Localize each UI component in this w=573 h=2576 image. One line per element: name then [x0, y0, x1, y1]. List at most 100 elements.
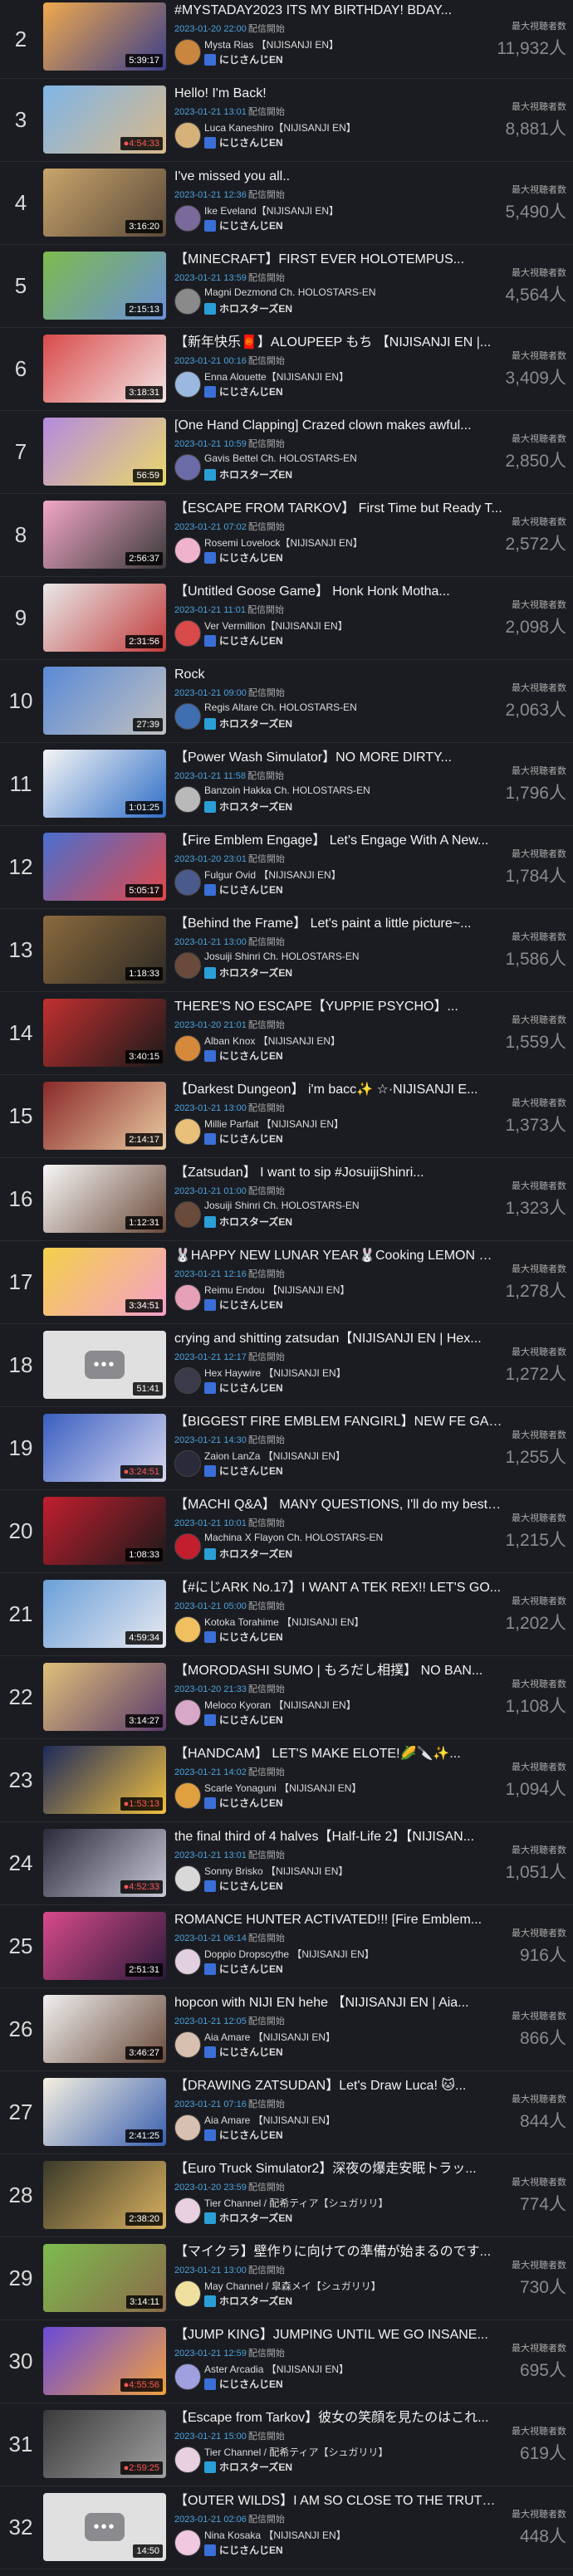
channel-name[interactable]: Aia Amare 【NIJISANJI EN】: [204, 2030, 335, 2044]
avatar[interactable]: [174, 2280, 201, 2307]
ranking-row[interactable]: 24 ●4:52:33 the final third of 4 halves【…: [0, 1822, 573, 1905]
avatar[interactable]: [174, 1201, 201, 1228]
avatar[interactable]: [174, 1782, 201, 1809]
video-thumbnail[interactable]: 3:14:11: [43, 2244, 166, 2312]
avatar[interactable]: [174, 2446, 201, 2473]
video-thumbnail[interactable]: 1:18:33: [43, 916, 166, 984]
ranking-row[interactable]: 3 ●4:54:33 Hello! I'm Back! 2023-01-21 1…: [0, 79, 573, 162]
channel-name[interactable]: Reimu Endou 【NIJISANJI EN】: [204, 1283, 350, 1297]
video-title[interactable]: 【Behind the Frame】 Let's paint a little …: [174, 916, 502, 932]
video-thumbnail[interactable]: 5:39:17: [43, 2, 166, 71]
channel-name[interactable]: Aster Arcadia 【NIJISANJI EN】: [204, 2362, 349, 2376]
avatar[interactable]: [174, 1699, 201, 1726]
avatar[interactable]: [174, 1367, 201, 1394]
ranking-row[interactable]: 17 3:34:51 🐰HAPPY NEW LUNAR YEAR🐰Cooking…: [0, 1241, 573, 1324]
avatar[interactable]: [174, 1865, 201, 1892]
ranking-row[interactable]: 4 3:16:20 I've missed you all.. 2023-01-…: [0, 162, 573, 245]
channel-name[interactable]: Hex Haywire 【NIJISANJI EN】: [204, 1366, 346, 1380]
avatar[interactable]: [174, 2363, 201, 2390]
avatar[interactable]: [174, 2197, 201, 2224]
channel-name[interactable]: Zaion LanZa 【NIJISANJI EN】: [204, 1449, 345, 1463]
video-title[interactable]: 【Darkest Dungeon】 i'm bacc✨ ☆·NIJISANJI …: [174, 1082, 502, 1098]
video-thumbnail[interactable]: ••• 51:41: [43, 1331, 166, 1399]
video-thumbnail[interactable]: 56:59: [43, 418, 166, 486]
ranking-row[interactable]: 28 2:38:20 【Euro Truck Simulator2】深夜の爆走安…: [0, 2154, 573, 2237]
video-title[interactable]: I've missed you all..: [174, 169, 502, 185]
avatar[interactable]: [174, 371, 201, 398]
channel-name[interactable]: Meloco Kyoran 【NIJISANJI EN】: [204, 1698, 356, 1712]
video-title[interactable]: 【Euro Truck Simulator2】深夜の爆走安眠トラッ...: [174, 2161, 502, 2178]
channel-name[interactable]: Scarle Yonaguni 【NIJISANJI EN】: [204, 1781, 361, 1795]
video-title[interactable]: the final third of 4 halves【Half-Life 2】…: [174, 1829, 502, 1845]
avatar[interactable]: [174, 2114, 201, 2141]
avatar[interactable]: [174, 1533, 201, 1560]
channel-name[interactable]: Sonny Brisko 【NIJISANJI EN】: [204, 1864, 348, 1878]
video-thumbnail[interactable]: ••• 14:50: [43, 2493, 166, 2561]
ranking-row[interactable]: 13 1:18:33 【Behind the Frame】 Let's pain…: [0, 909, 573, 992]
ranking-row[interactable]: 15 2:14:17 【Darkest Dungeon】 i'm bacc✨ ☆…: [0, 1075, 573, 1158]
video-title[interactable]: 【#にじARK No.17】I WANT A TEK REX!! LET'S G…: [174, 1580, 502, 1596]
video-title[interactable]: 【Untitled Goose Game】 Honk Honk Motha...: [174, 584, 502, 600]
video-title[interactable]: 【Zatsudan】 I want to sip #JosuijiShinri.…: [174, 1165, 502, 1181]
avatar[interactable]: [174, 2530, 201, 2556]
video-title[interactable]: [One Hand Clapping] Crazed clown makes a…: [174, 418, 502, 434]
video-thumbnail[interactable]: 27:39: [43, 667, 166, 735]
channel-name[interactable]: Machina X Flayon Ch. HOLOSTARS-EN: [204, 1532, 383, 1543]
video-title[interactable]: Rock: [174, 667, 502, 683]
ranking-row[interactable]: 31 ●2:59:25 【Escape from Tarkov】彼女の笑顔を見た…: [0, 2403, 573, 2486]
video-title[interactable]: 【BIGGEST FIRE EMBLEM FANGIRL】NEW FE GAM.…: [174, 1414, 502, 1430]
video-title[interactable]: 【ESCAPE FROM TARKOV】 First Time but Read…: [174, 501, 502, 517]
video-title[interactable]: Hello! I'm Back!: [174, 86, 502, 102]
ranking-row[interactable]: 22 3:14:27 【MORODASHI SUMO | もろだし相撲】 NO …: [0, 1656, 573, 1739]
ranking-row[interactable]: 6 3:18:31 【新年快乐🧧】ALOUPEEP もち 【NIJISANJI …: [0, 328, 573, 411]
ranking-row[interactable]: 9 2:31:56 【Untitled Goose Game】 Honk Hon…: [0, 577, 573, 660]
channel-name[interactable]: Tier Channel / 配希ティア【シュガリリ】: [204, 2196, 389, 2210]
video-thumbnail[interactable]: 1:12:31: [43, 1165, 166, 1233]
avatar[interactable]: [174, 1948, 201, 1975]
avatar[interactable]: [174, 205, 201, 232]
ranking-row[interactable]: 27 2:41:25 【DRAWING ZATSUDAN】Let's Draw …: [0, 2071, 573, 2154]
channel-name[interactable]: Kotoka Torahime 【NIJISANJI EN】: [204, 1615, 365, 1629]
video-thumbnail[interactable]: ●4:52:33: [43, 1829, 166, 1897]
video-thumbnail[interactable]: 2:51:31: [43, 1912, 166, 1980]
video-thumbnail[interactable]: ●1:53:13: [43, 1746, 166, 1814]
channel-name[interactable]: Luca Kaneshiro【NIJISANJI EN】: [204, 120, 356, 134]
channel-name[interactable]: May Channel / 皐森メイ【シュガリリ】: [204, 2279, 381, 2293]
video-title[interactable]: 【MACHI Q&A】 MANY QUESTIONS, I'll do my b…: [174, 1497, 502, 1513]
video-thumbnail[interactable]: 2:38:20: [43, 2161, 166, 2229]
video-thumbnail[interactable]: 3:18:31: [43, 335, 166, 403]
channel-name[interactable]: Gavis Bettel Ch. HOLOSTARS-EN: [204, 452, 357, 464]
channel-name[interactable]: Ike Eveland【NIJISANJI EN】: [204, 203, 339, 218]
ranking-row[interactable]: 26 3:46:27 hopcon with NIJI EN hehe 【NIJ…: [0, 1988, 573, 2071]
ranking-row[interactable]: 12 5:05:17 【Fire Emblem Engage】 Let's En…: [0, 826, 573, 909]
video-title[interactable]: 【マイクラ】壁作りに向けての準備が始まるのです...: [174, 2244, 502, 2261]
avatar[interactable]: [174, 952, 201, 979]
avatar[interactable]: [174, 786, 201, 813]
avatar[interactable]: [174, 1450, 201, 1477]
video-thumbnail[interactable]: 2:15:13: [43, 252, 166, 320]
avatar[interactable]: [174, 620, 201, 647]
avatar[interactable]: [174, 1616, 201, 1643]
avatar[interactable]: [174, 1035, 201, 1062]
ranking-row[interactable]: 2 5:39:17 #MYSTADAY2023 ITS MY BIRTHDAY!…: [0, 0, 573, 79]
video-title[interactable]: 【MINECRAFT】FIRST EVER HOLOTEMPUS...: [174, 252, 502, 268]
channel-name[interactable]: Nina Kosaka 【NIJISANJI EN】: [204, 2528, 346, 2542]
avatar[interactable]: [174, 2031, 201, 2058]
video-title[interactable]: 【MORODASHI SUMO | もろだし相撲】 NO BAN...: [174, 1663, 502, 1679]
ranking-row[interactable]: 29 3:14:11 【マイクラ】壁作りに向けての準備が始まるのです... 20…: [0, 2237, 573, 2320]
video-title[interactable]: 【DRAWING ZATSUDAN】Let's Draw Luca! 🐱...: [174, 2078, 502, 2095]
channel-name[interactable]: Millie Parfait 【NIJISANJI EN】: [204, 1117, 344, 1131]
ranking-row[interactable]: 20 1:08:33 【MACHI Q&A】 MANY QUESTIONS, I…: [0, 1490, 573, 1573]
video-thumbnail[interactable]: 3:46:27: [43, 1995, 166, 2063]
ranking-row[interactable]: 19 ●3:24:51 【BIGGEST FIRE EMBLEM FANGIRL…: [0, 1407, 573, 1490]
channel-name[interactable]: Alban Knox 【NIJISANJI EN】: [204, 1034, 340, 1048]
avatar[interactable]: [174, 122, 201, 149]
video-thumbnail[interactable]: 3:40:15: [43, 999, 166, 1067]
ranking-row[interactable]: 25 2:51:31 ROMANCE HUNTER ACTIVATED!!! […: [0, 1905, 573, 1988]
channel-name[interactable]: Josuiji Shinri Ch. HOLOSTARS-EN: [204, 951, 360, 962]
channel-name[interactable]: Ver Vermillion【NIJISANJI EN】: [204, 618, 348, 633]
ranking-row[interactable]: 7 56:59 [One Hand Clapping] Crazed clown…: [0, 411, 573, 494]
video-title[interactable]: 🐰HAPPY NEW LUNAR YEAR🐰Cooking LEMON 🍋...: [174, 1248, 502, 1264]
video-thumbnail[interactable]: 2:14:17: [43, 1082, 166, 1150]
video-title[interactable]: ROMANCE HUNTER ACTIVATED!!! [Fire Emblem…: [174, 1912, 502, 1928]
